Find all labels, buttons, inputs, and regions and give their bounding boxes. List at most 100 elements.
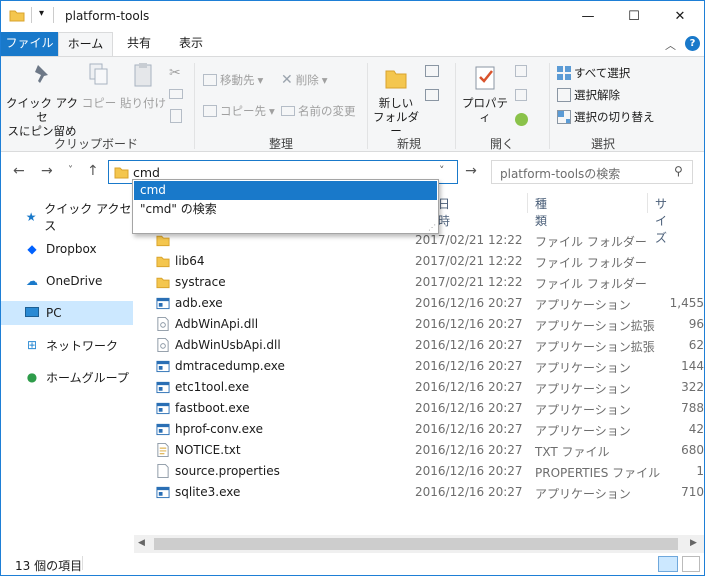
file-row[interactable]: hprof-conv.exe 2016/12/16 20:27 アプリケーション 42 — [151, 419, 704, 440]
file-name: fastboot.exe — [175, 401, 250, 415]
paste-icon — [134, 63, 152, 87]
close-button[interactable]: ✕ — [657, 1, 703, 32]
cut-icon[interactable]: ✂ — [169, 65, 181, 81]
file-row[interactable]: AdbWinApi.dll 2016/12/16 20:27 アプリケーション拡張 9… — [151, 314, 704, 335]
go-button[interactable]: → — [460, 160, 482, 184]
select-all-button[interactable]: すべて選択 — [557, 65, 630, 81]
address-input[interactable]: cmd — [133, 165, 160, 180]
nav-item-homegroup[interactable]: ● ホームグループ — [1, 365, 133, 389]
copy-to-button[interactable]: コピー先 ▾ — [203, 103, 275, 119]
quick-access-toolbar-dropdown[interactable]: ▾ — [39, 8, 44, 19]
file-date: 2016/12/16 20:27 — [415, 422, 523, 436]
collapse-ribbon-icon[interactable]: ︿ — [665, 37, 676, 53]
file-name: adb.exe — [175, 296, 223, 310]
file-name: AdbWinApi.dll — [175, 317, 259, 331]
forward-button[interactable]: → — [41, 163, 53, 179]
file-size: 680 — [681, 443, 704, 457]
copy-to-label: コピー先 — [220, 104, 266, 118]
column-divider[interactable] — [647, 193, 648, 213]
file-row[interactable]: systrace 2017/02/21 12:22 ファイル フォルダー — [151, 272, 704, 293]
nav-item-pc[interactable]: PC — [1, 301, 133, 325]
autocomplete-item[interactable]: "cmd" の検索 — [134, 200, 437, 219]
address-dropdown-icon[interactable]: ˅ — [439, 164, 445, 177]
divider — [31, 7, 32, 23]
back-button[interactable]: ← — [13, 163, 25, 179]
dropbox-icon: ◆ — [27, 242, 37, 256]
new-folder-icon — [385, 70, 407, 89]
nav-item-quick-access[interactable]: ★ クイック アクセス — [1, 202, 133, 233]
tab-share[interactable]: 共有 — [117, 32, 161, 56]
scroll-thumb[interactable] — [154, 538, 678, 550]
file-size: 788 — [681, 401, 704, 415]
group-separator — [549, 63, 550, 149]
autocomplete-item[interactable]: cmd — [134, 181, 437, 200]
tab-home[interactable]: ホーム — [58, 32, 113, 56]
invert-selection-button[interactable]: 選択の切り替え — [557, 109, 655, 125]
file-row[interactable]: source.properties 2016/12/16 20:27 PROPERT… — [151, 461, 704, 482]
search-input[interactable]: platform-toolsの検索 — [500, 165, 620, 182]
file-row[interactable]: sqlite3.exe 2016/12/16 20:27 アプリケーション 710 — [151, 482, 704, 503]
recent-locations-icon[interactable]: ˅ — [68, 165, 73, 176]
pin-to-quick-access-button[interactable]: クイック アクセ スにピン留め — [5, 61, 79, 138]
select-all-label: すべて選択 — [574, 66, 631, 80]
delete-label: 削除 — [295, 73, 319, 87]
horizontal-scrollbar[interactable]: ◀ ▶ — [134, 535, 704, 553]
invert-selection-label: 選択の切り替え — [574, 110, 655, 124]
file-type: アプリケーション拡張 — [535, 319, 655, 333]
rename-button[interactable]: 名前の変更 — [281, 103, 356, 119]
tab-view[interactable]: 表示 — [169, 32, 213, 56]
scroll-right-icon[interactable]: ▶ — [690, 538, 697, 548]
easy-access-icon[interactable] — [425, 89, 439, 101]
paste-button[interactable]: 貼り付け — [119, 61, 167, 110]
file-size: 42 — [688, 422, 704, 436]
properties-button[interactable]: プロパティ — [459, 63, 511, 124]
open-icon[interactable] — [515, 65, 527, 77]
details-view-icon[interactable] — [658, 556, 678, 572]
minimize-button[interactable]: — — [565, 1, 611, 32]
scroll-left-icon[interactable]: ◀ — [138, 538, 145, 548]
up-button[interactable]: ↑ — [87, 163, 99, 179]
delete-button[interactable]: ✕ 削除 ▾ — [281, 72, 328, 88]
file-row[interactable]: AdbWinUsbApi.dll 2016/12/16 20:27 アプリケーション… — [151, 335, 704, 356]
file-date: 2016/12/16 20:27 — [415, 443, 523, 457]
help-icon[interactable]: ? — [685, 36, 700, 51]
search-icon[interactable]: ⚲ — [674, 164, 683, 178]
tab-file[interactable]: ファイル — [1, 32, 58, 56]
file-name: hprof-conv.exe — [175, 422, 263, 436]
file-name: dmtracedump.exe — [175, 359, 285, 373]
move-to-button[interactable]: 移動先 ▾ — [203, 72, 263, 88]
rename-label: 名前の変更 — [298, 104, 356, 118]
nav-item-network[interactable]: ⊞ ネットワーク — [1, 333, 133, 357]
new-item-icon[interactable] — [425, 65, 439, 77]
maximize-button[interactable]: ☐ — [611, 1, 657, 32]
folder-icon — [156, 235, 170, 247]
new-folder-button[interactable]: 新しい フォルダー — [371, 63, 421, 138]
paste-shortcut-icon[interactable] — [170, 109, 182, 123]
file-row[interactable]: NOTICE.txt 2016/12/16 20:27 TXT ファイル 680 — [151, 440, 704, 461]
group-label-open: 開く — [489, 137, 514, 151]
file-row[interactable]: lib64 2017/02/21 12:22 ファイル フォルダー — [151, 251, 704, 272]
file-size: 710 — [681, 485, 704, 499]
network-icon: ⊞ — [26, 338, 38, 352]
file-row[interactable]: etc1tool.exe 2016/12/16 20:27 アプリケーション 322 — [151, 377, 704, 398]
copy-button[interactable]: コピー — [81, 61, 117, 110]
file-row[interactable]: fastboot.exe 2016/12/16 20:27 アプリケーション 788 — [151, 398, 704, 419]
file-row[interactable]: dmtracedump.exe 2016/12/16 20:27 アプリケーション 1… — [151, 356, 704, 377]
search-box[interactable]: platform-toolsの検索 ⚲ — [491, 160, 693, 184]
file-date: 2017/02/21 12:22 — [415, 233, 523, 247]
file-row[interactable]: adb.exe 2016/12/16 20:27 アプリケーション 1,455 — [151, 293, 704, 314]
nav-item-onedrive[interactable]: ☁ OneDrive — [1, 269, 133, 293]
large-icons-view-icon[interactable] — [682, 556, 700, 572]
dll-icon — [157, 338, 169, 352]
file-date: 2016/12/16 20:27 — [415, 401, 523, 415]
group-separator — [455, 63, 456, 149]
file-name: AdbWinUsbApi.dll — [175, 338, 281, 352]
select-none-button[interactable]: 選択解除 — [557, 87, 620, 103]
folder-icon — [156, 256, 170, 268]
history-icon[interactable] — [515, 113, 528, 126]
copy-path-icon[interactable] — [169, 89, 183, 99]
column-divider[interactable] — [527, 193, 528, 213]
nav-item-dropbox[interactable]: ◆ Dropbox — [1, 237, 133, 261]
resize-grip-icon[interactable]: ⋰ — [428, 223, 436, 232]
edit-icon[interactable] — [515, 89, 527, 101]
